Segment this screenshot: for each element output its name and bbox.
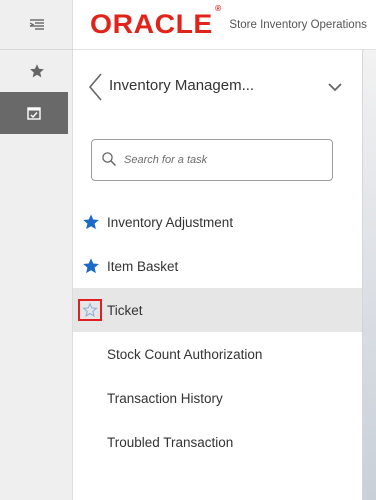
star-icon	[29, 64, 44, 78]
task-label: Ticket	[107, 302, 143, 318]
task-panel: Inventory Managem... Inventory Adjustmen…	[73, 50, 363, 500]
navigation-rail	[0, 0, 73, 500]
task-item-inventory-adjustment[interactable]: Inventory Adjustment	[73, 200, 362, 244]
menu-collapse-icon	[29, 19, 44, 30]
task-search	[91, 139, 333, 181]
task-panel-header: Inventory Managem...	[73, 50, 362, 128]
chevron-down-icon[interactable]	[328, 82, 342, 92]
task-item-transaction-history[interactable]: Transaction History	[73, 376, 362, 420]
favorite-star-filled-icon[interactable]	[82, 213, 100, 231]
app-header: ORACLE® Store Inventory Operations	[73, 0, 376, 50]
task-item-item-basket[interactable]: Item Basket	[73, 244, 362, 288]
task-label: Inventory Adjustment	[107, 214, 234, 230]
content-area-background	[363, 50, 376, 500]
search-icon	[102, 152, 117, 167]
task-group-title[interactable]: Inventory Managem...	[109, 77, 254, 94]
task-label: Transaction History	[107, 390, 223, 406]
task-item-troubled-transaction[interactable]: Troubled Transaction	[73, 420, 362, 464]
favorite-star-outline-icon[interactable]	[82, 302, 98, 318]
tasks-icon	[27, 107, 41, 120]
menu-toggle-button[interactable]	[0, 0, 73, 50]
app-title: Store Inventory Operations	[229, 18, 367, 31]
task-list: Inventory Adjustment Item Basket Ticket …	[73, 200, 362, 464]
favorite-highlight-box	[78, 299, 102, 321]
app-window: ORACLE® Store Inventory Operations Inven…	[0, 0, 376, 500]
search-input[interactable]	[124, 140, 324, 180]
task-item-ticket[interactable]: Ticket	[73, 288, 362, 332]
favorite-star-filled-icon[interactable]	[82, 257, 100, 275]
task-label: Item Basket	[107, 258, 179, 274]
chevron-left-icon[interactable]	[87, 72, 105, 102]
task-label: Troubled Transaction	[107, 434, 234, 450]
task-item-stock-count-authorization[interactable]: Stock Count Authorization	[73, 332, 362, 376]
favorites-button[interactable]	[0, 50, 73, 92]
tasks-button[interactable]	[0, 92, 68, 134]
task-label: Stock Count Authorization	[107, 346, 263, 362]
oracle-logo: ORACLE®	[90, 4, 222, 39]
